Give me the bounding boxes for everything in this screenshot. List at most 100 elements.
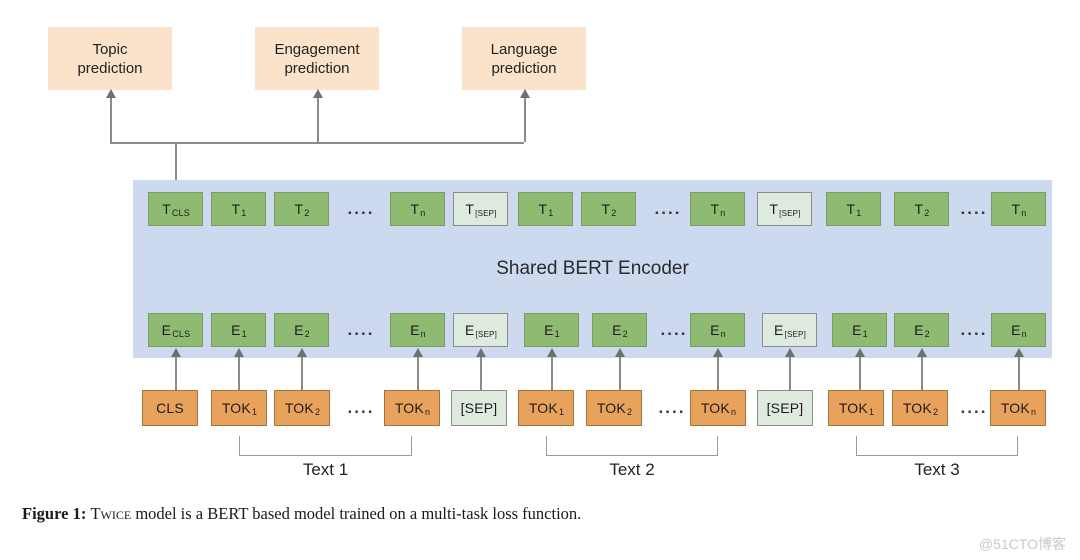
cell-subscript: 2 <box>622 329 628 339</box>
cell-subscript: n <box>420 329 426 339</box>
cls-bus-horizontal <box>110 142 524 144</box>
cell-base: TOK <box>284 400 314 416</box>
token-to-embedding-arrow-6 <box>476 348 486 357</box>
bus-branch-1 <box>110 96 112 142</box>
cell-base: T <box>769 201 779 217</box>
embedding-cell-e-1c: E1 <box>832 313 887 347</box>
cell-base: TOK <box>1000 400 1030 416</box>
output-cell-t-na: Tn <box>390 192 445 226</box>
token-cell-tok-2a: TOK 2 <box>274 390 330 426</box>
embedding-cell-e-sep2: E [SEP] <box>762 313 817 347</box>
cell-base: TOK <box>902 400 932 416</box>
token-cell-sep-1: [SEP] <box>451 390 507 426</box>
text-group-3-label: Text 3 <box>914 460 960 479</box>
topic-prediction[interactable]: Topic prediction <box>48 27 172 90</box>
text-group-1-label: Text 1 <box>302 460 349 479</box>
cell-base: T <box>465 201 475 217</box>
cell-subscript: 2 <box>924 329 930 339</box>
cell-subscript: n <box>730 407 737 417</box>
cell-subscript: 2 <box>932 407 939 417</box>
output-cell-t-sep2: T [SEP] <box>757 192 812 226</box>
token-ellipsis-b: .... <box>658 398 686 417</box>
figure-caption: Figure 1: Twice model is a BERT based mo… <box>22 504 581 524</box>
text-group-2-bracket <box>546 436 718 456</box>
embedding-ellipsis-c: .... <box>960 320 988 339</box>
cell-subscript: [SEP] <box>475 329 497 339</box>
cell-subscript: [SEP] <box>475 208 497 218</box>
cell-subscript: 1 <box>558 407 565 417</box>
bus-branch-arrow-2 <box>312 89 323 98</box>
cell-subscript: 2 <box>611 208 617 218</box>
encoder-internal-link-6 <box>480 226 482 313</box>
output-cell-t-2c: T2 <box>894 192 949 226</box>
output-cell-t-2b: T2 <box>581 192 636 226</box>
cell-base: TOK <box>596 400 626 416</box>
cell-base: E <box>544 322 554 338</box>
engagement-prediction[interactable]: Engagement prediction <box>255 27 379 90</box>
bus-branch-arrow-1 <box>105 89 116 98</box>
cell-base: E <box>774 322 784 338</box>
cell-subscript: n <box>424 407 431 417</box>
output-cell-t-1c: T1 <box>826 192 881 226</box>
encoder-internal-link-10 <box>717 226 719 313</box>
output-cell-t-2a: T2 <box>274 192 329 226</box>
token-to-embedding-arrow-8 <box>615 348 625 357</box>
cell-base: E <box>231 322 241 338</box>
cell-subscript: 2 <box>304 329 310 339</box>
token-cell-tok-nc: TOK n <box>990 390 1046 426</box>
cell-base: E <box>710 322 720 338</box>
cell-base: TOK <box>528 400 558 416</box>
token-to-embedding-arrow-5 <box>413 348 423 357</box>
cell-base: T <box>538 201 548 217</box>
model-name: Twice <box>90 504 132 523</box>
encoder-internal-link-5 <box>417 226 419 313</box>
token-to-embedding-arrow-2 <box>234 348 244 357</box>
encoder-internal-link-12 <box>853 226 855 313</box>
figure-number: Figure 1: <box>22 504 87 523</box>
cell-subscript: CLS <box>172 329 191 339</box>
cell-base: E <box>852 322 862 338</box>
encoder-internal-link-15 <box>1018 226 1020 313</box>
cell-subscript: n <box>1021 208 1027 218</box>
cell-subscript: [SEP] <box>779 208 801 218</box>
token-cell-tok-na: TOK n <box>384 390 440 426</box>
cell-base: T <box>914 201 924 217</box>
embedding-cell-e-na: En <box>390 313 445 347</box>
cell-base: TOK <box>394 400 424 416</box>
output-ellipsis-c: .... <box>960 199 988 218</box>
cell-subscript: n <box>420 208 426 218</box>
cell-base: E <box>465 322 475 338</box>
language-prediction[interactable]: Language prediction <box>462 27 586 90</box>
embedding-cell-e-2c: E2 <box>894 313 949 347</box>
cell-base: E <box>161 322 172 338</box>
cell-subscript: 1 <box>241 208 247 218</box>
cell-base: E <box>612 322 622 338</box>
token-cell-cls: CLS <box>142 390 198 426</box>
token-ellipsis-a: .... <box>347 398 375 417</box>
encoder-internal-link-7 <box>545 226 547 313</box>
cell-subscript: n <box>1030 407 1037 417</box>
embedding-cell-e-1a: E1 <box>211 313 266 347</box>
token-cell-tok-2b: TOK 2 <box>586 390 642 426</box>
cell-base: TOK <box>838 400 868 416</box>
embedding-cell-e-2a: E2 <box>274 313 329 347</box>
cell-subscript: 1 <box>862 329 868 339</box>
token-cell-tok-nb: TOK n <box>690 390 746 426</box>
cell-subscript: 1 <box>856 208 862 218</box>
text-group-3-bracket <box>856 436 1018 456</box>
cell-subscript: CLS <box>171 208 190 218</box>
output-cell-t-1b: T1 <box>518 192 573 226</box>
cell-subscript: n <box>1021 329 1027 339</box>
token-to-embedding-arrow-15 <box>1014 348 1024 357</box>
caption-text: model is a BERT based model trained on a… <box>131 504 582 523</box>
cell-base: T <box>1011 201 1021 217</box>
cell-subscript: n <box>720 208 726 218</box>
cell-base: T <box>231 201 241 217</box>
encoder-internal-link-13 <box>921 226 923 313</box>
shared-bert-encoder-label: Shared BERT Encoder <box>496 258 689 279</box>
text-group-2-label: Text 2 <box>609 460 655 479</box>
token-to-embedding-arrow-1 <box>171 348 181 357</box>
token-to-embedding-arrow-3 <box>297 348 307 357</box>
text-group-1-bracket <box>239 436 412 456</box>
embedding-cell-e-nb: En <box>690 313 745 347</box>
